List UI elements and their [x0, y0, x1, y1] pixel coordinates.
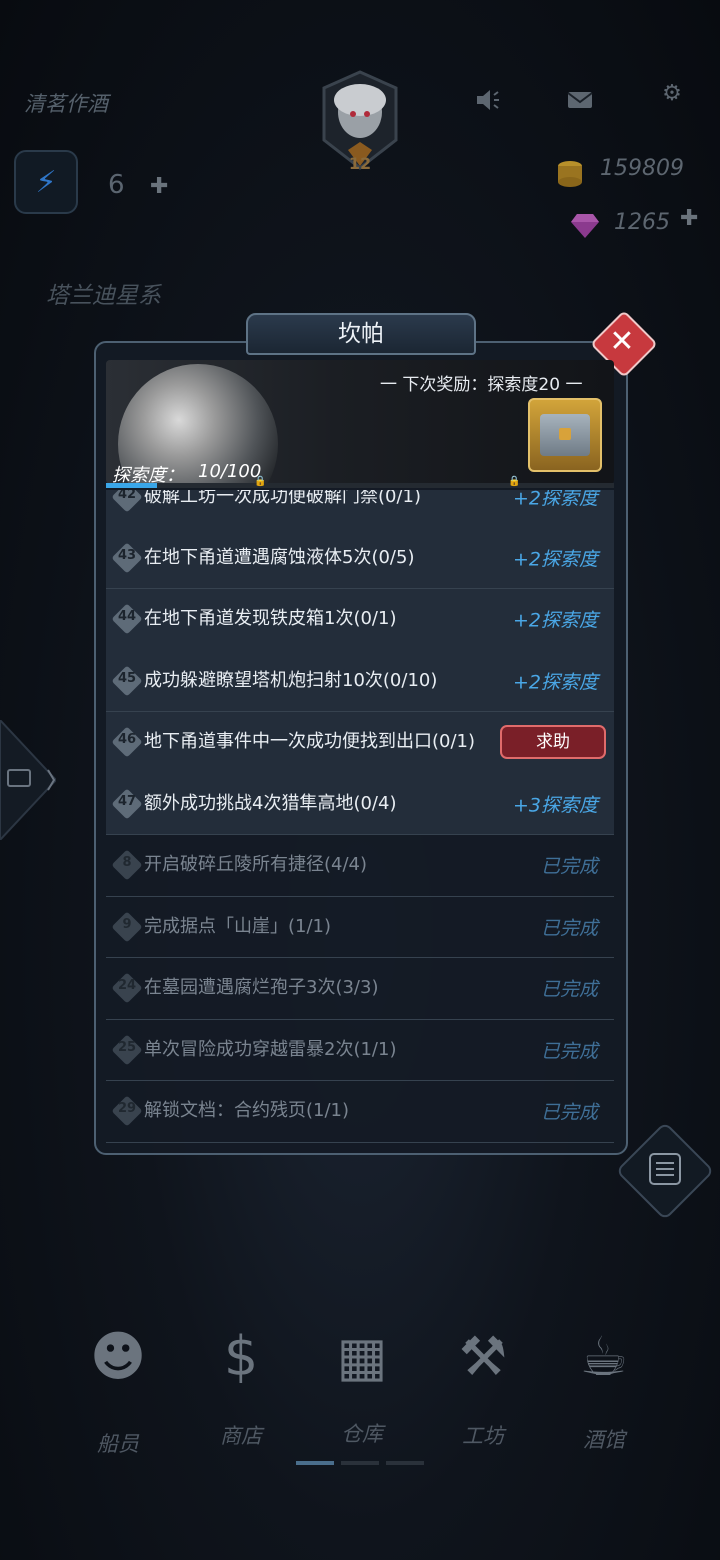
- task-text: 在墓园遭遇腐烂孢子3次(3/3): [144, 977, 379, 998]
- galaxy-name: 塔兰迪星系: [46, 283, 161, 309]
- lock-icon: 🔒: [254, 476, 267, 487]
- energy-box[interactable]: ⚡: [14, 150, 78, 214]
- task-number: 43: [117, 547, 137, 563]
- task-row: 43 在地下甬道遭遇腐蚀液体5次(0/5) +2探索度: [106, 527, 614, 589]
- task-row-completed: 8 开启破碎丘陵所有捷径(4/4) 已完成: [106, 835, 614, 897]
- task-text: 开启破碎丘陵所有捷径(4/4): [144, 854, 368, 875]
- task-number: 24: [117, 978, 137, 993]
- task-status: 已完成: [540, 978, 598, 1001]
- nav-label: 船员: [97, 1432, 139, 1456]
- explore-progress-bar: [106, 483, 614, 488]
- task-status: 已完成: [540, 1101, 598, 1124]
- chest-icon: [540, 414, 590, 456]
- add-gem-icon[interactable]: ✚: [680, 206, 698, 231]
- nav-item-workshop[interactable]: ⚒ 工坊: [423, 1322, 543, 1450]
- player-avatar[interactable]: [320, 70, 400, 170]
- task-reward: +2探索度: [512, 671, 598, 693]
- energy-value: 6: [108, 170, 125, 200]
- next-reward-text: 一 下次奖励：探索度20 一: [380, 375, 583, 395]
- task-text: 成功躲避瞭望塔机炮扫射10次(0/10): [144, 669, 438, 691]
- task-row: 46 地下甬道事件中一次成功便找到出口(0/1) 求助: [106, 711, 614, 774]
- explore-progress-fill: [106, 483, 157, 488]
- task-text: 解锁文档：合约残页(1/1): [144, 1100, 350, 1121]
- checklist-icon[interactable]: [648, 1152, 682, 1193]
- task-row: 44 在地下甬道发现铁皮箱1次(0/1) +2探索度: [106, 588, 614, 651]
- shop-icon: $: [223, 1325, 259, 1388]
- gold-amount: 159809: [600, 156, 684, 181]
- nav-item-shop[interactable]: $ 商店: [181, 1322, 301, 1450]
- task-number: 25: [117, 1039, 137, 1055]
- task-text: 在地下甬道发现铁皮箱1次(0/1): [144, 608, 397, 629]
- page-indicator-active: [296, 1461, 334, 1465]
- task-status: 已完成: [540, 917, 598, 939]
- nav-label: 商店: [220, 1424, 262, 1448]
- reward-chest-button[interactable]: [528, 398, 602, 472]
- add-energy-icon[interactable]: ✚: [150, 174, 168, 199]
- page-indicator: [341, 1461, 379, 1465]
- task-text: 单次冒险成功穿越雷暴2次(1/1): [144, 1038, 397, 1060]
- task-number: 8: [122, 855, 132, 870]
- task-reward: +2探索度: [512, 609, 598, 632]
- task-number: 47: [117, 793, 137, 809]
- task-reward: +3探索度: [512, 794, 598, 816]
- explore-value: 10/100: [198, 461, 262, 482]
- nav-label: 酒馆: [583, 1428, 625, 1452]
- player-level: 12: [348, 154, 372, 173]
- nav-item-warehouse[interactable]: ▦ 仓库: [302, 1322, 422, 1448]
- task-row-partial: 42 破解工坊一次成功便破解门禁(0/1) +2探索度: [106, 490, 614, 528]
- task-text: 额外成功挑战4次猎隼高地(0/4): [144, 792, 397, 814]
- crew-icon: ☻: [89, 1325, 147, 1388]
- task-number: 45: [117, 670, 137, 686]
- page-indicator: [386, 1461, 424, 1465]
- nav-label: 仓库: [341, 1422, 383, 1446]
- task-text: 完成据点「山崖」(1/1): [144, 915, 332, 937]
- close-icon[interactable]: ✕: [600, 320, 644, 364]
- help-button[interactable]: 求助: [500, 725, 606, 759]
- modal-title: 坎帕: [246, 313, 476, 355]
- task-number: 9: [122, 916, 132, 932]
- task-status: 已完成: [540, 855, 598, 878]
- task-reward: +2探索度: [512, 548, 598, 570]
- lightning-icon: ⚡: [35, 164, 57, 200]
- task-number: 46: [117, 732, 137, 747]
- speaker-icon[interactable]: [474, 86, 502, 114]
- task-row-completed: 25 单次冒险成功穿越雷暴2次(1/1) 已完成: [106, 1019, 614, 1081]
- task-status: 已完成: [540, 1040, 598, 1062]
- mail-icon[interactable]: [566, 86, 594, 114]
- task-number: 29: [117, 1101, 137, 1116]
- gem-amount: 1265: [614, 210, 670, 235]
- task-row-completed: 29 解锁文档：合约残页(1/1) 已完成: [106, 1081, 614, 1143]
- nav-label: 工坊: [462, 1424, 504, 1448]
- nav-item-crew[interactable]: ☻ 船员: [58, 1322, 178, 1458]
- task-text: 在地下甬道遭遇腐蚀液体5次(0/5): [144, 546, 415, 568]
- nav-item-tavern[interactable]: ☕ 酒馆: [544, 1322, 664, 1454]
- task-text: 破解工坊一次成功便破解门禁(0/1): [144, 490, 422, 507]
- task-row-completed: 9 完成据点「山崖」(1/1) 已完成: [106, 896, 614, 958]
- task-row-completed: 24 在墓园遭遇腐烂孢子3次(3/3) 已完成: [106, 958, 614, 1020]
- warehouse-icon: ▦: [336, 1325, 388, 1388]
- task-list[interactable]: 42 破解工坊一次成功便破解门禁(0/1) +2探索度 43 在地下甬道遭遇腐蚀液…: [106, 490, 614, 1146]
- chat-side-button[interactable]: [0, 718, 58, 842]
- tavern-icon: ☕: [579, 1325, 629, 1388]
- task-reward: +2探索度: [512, 490, 598, 509]
- gear-icon[interactable]: ⚙: [658, 80, 686, 108]
- player-name: 清茗作酒: [24, 92, 108, 116]
- task-row: 47 额外成功挑战4次猎隼高地(0/4) +3探索度: [106, 773, 614, 835]
- task-text: 地下甬道事件中一次成功便找到出口(0/1): [144, 731, 476, 752]
- gold-coin-icon: [556, 158, 584, 188]
- task-number: 44: [117, 609, 137, 624]
- lock-icon: 🔒: [508, 476, 521, 487]
- gem-icon: [570, 210, 600, 240]
- workshop-icon: ⚒: [458, 1325, 508, 1388]
- task-row: 45 成功躲避瞭望塔机炮扫射10次(0/10) +2探索度: [106, 650, 614, 712]
